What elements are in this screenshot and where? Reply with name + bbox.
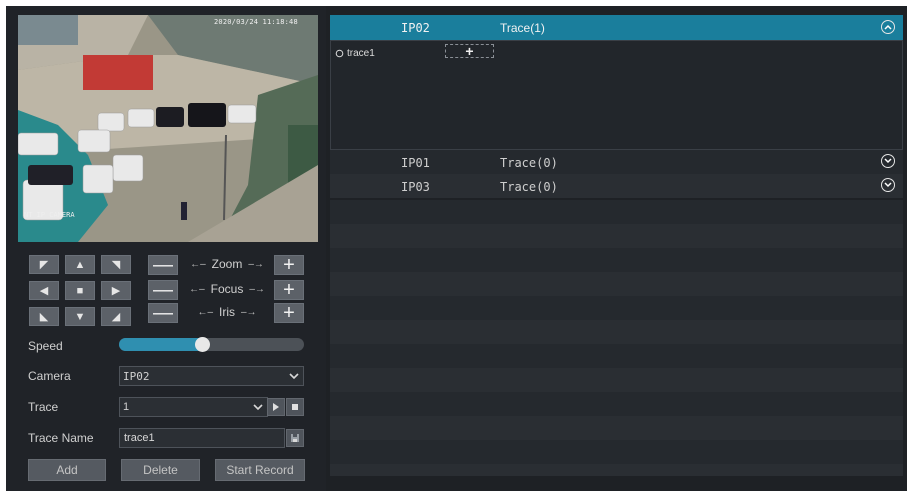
trace-name-label: Trace Name <box>28 431 94 445</box>
trace-select-value: 1 <box>123 401 130 413</box>
speed-slider-handle[interactable] <box>195 337 210 352</box>
video-camera-label: NT IP CAMERA <box>24 211 75 219</box>
ip02-trace-list: trace1 + <box>330 40 903 150</box>
channel-row-ip01[interactable]: IP01 Trace(0) <box>330 150 903 174</box>
speed-slider-fill <box>119 338 204 351</box>
channel-name: IP03 <box>401 180 430 194</box>
control-panel: 2020/03/24 11:18:48 NT IP CAMERA ◤ ▲ ◥ ◀… <box>6 6 326 491</box>
iris-label: Iris <box>219 305 235 319</box>
ptz-up-left-button[interactable]: ◤ <box>29 255 59 274</box>
stop-trace-button[interactable] <box>286 398 304 416</box>
chevron-down-icon <box>253 404 263 411</box>
stop-icon <box>292 404 298 410</box>
zoom-label: Zoom <box>211 257 243 271</box>
expand-icon[interactable] <box>881 154 895 168</box>
focus-left-arrow-icon: ←– <box>189 283 205 295</box>
zoom-control: — ←– Zoom –→ + <box>148 255 306 275</box>
trace-label: Trace <box>28 400 59 414</box>
zoom-out-button[interactable]: — <box>148 255 178 275</box>
zoom-right-arrow-icon: –→ <box>248 258 264 270</box>
delete-button[interactable]: Delete <box>121 459 200 481</box>
trace-circle-icon <box>335 49 344 58</box>
iris-right-arrow-icon: –→ <box>241 306 257 318</box>
focus-far-button[interactable]: + <box>274 280 304 300</box>
iris-control: — ←– Iris –→ + <box>148 303 306 323</box>
ptz-up-right-button[interactable]: ◥ <box>101 255 131 274</box>
ptz-down-button[interactable]: ▼ <box>65 307 95 326</box>
live-video-view: 2020/03/24 11:18:48 NT IP CAMERA <box>18 15 318 242</box>
video-timestamp: 2020/03/24 11:18:48 <box>214 18 298 26</box>
play-icon <box>273 403 279 411</box>
ptz-down-right-button[interactable]: ◢ <box>101 307 131 326</box>
focus-control: — ←– Focus –→ + <box>148 280 306 300</box>
ptz-up-button[interactable]: ▲ <box>65 255 95 274</box>
channel-name: IP02 <box>401 21 430 35</box>
speed-slider[interactable] <box>119 337 304 352</box>
channel-row-ip02[interactable]: IP02 Trace(1) <box>330 15 903 40</box>
camera-select[interactable]: IP02 <box>119 366 304 386</box>
trace-setup-window: 2020/03/24 11:18:48 NT IP CAMERA ◤ ▲ ◥ ◀… <box>6 6 907 491</box>
ptz-left-button[interactable]: ◀ <box>29 281 59 300</box>
add-button[interactable]: Add <box>28 459 106 481</box>
save-icon <box>291 434 299 442</box>
expand-icon[interactable] <box>881 178 895 192</box>
trace-select[interactable]: 1 <box>119 397 268 417</box>
channel-row-ip03[interactable]: IP03 Trace(0) <box>330 174 903 198</box>
focus-right-arrow-icon: –→ <box>249 283 265 295</box>
ptz-right-button[interactable]: ▶ <box>101 281 131 300</box>
speed-label: Speed <box>28 339 63 353</box>
zoom-in-button[interactable]: + <box>274 255 304 275</box>
start-record-button[interactable]: Start Record <box>215 459 305 481</box>
camera-select-value: IP02 <box>123 369 150 383</box>
focus-near-button[interactable]: — <box>148 280 178 300</box>
trace-name-input[interactable]: trace1 <box>119 428 285 448</box>
camera-label: Camera <box>28 369 71 383</box>
iris-open-button[interactable]: + <box>274 303 304 323</box>
ptz-down-left-button[interactable]: ◣ <box>29 307 59 326</box>
zoom-left-arrow-icon: ←– <box>190 258 206 270</box>
focus-label: Focus <box>210 282 244 296</box>
save-trace-name-button[interactable] <box>286 429 304 447</box>
collapse-icon[interactable] <box>881 20 895 34</box>
chevron-down-icon <box>289 373 299 380</box>
trace-item-trace1[interactable]: trace1 <box>335 48 375 59</box>
iris-left-arrow-icon: ←– <box>197 306 213 318</box>
channel-trace-count: Trace(0) <box>500 180 558 194</box>
iris-close-button[interactable]: — <box>148 303 178 323</box>
channel-trace-count: Trace(1) <box>500 21 545 35</box>
trace-item-label: trace1 <box>347 48 375 59</box>
channel-trace-count: Trace(0) <box>500 156 558 170</box>
channel-name: IP01 <box>401 156 430 170</box>
play-trace-button[interactable] <box>267 398 285 416</box>
ptz-stop-button[interactable]: ■ <box>65 281 95 300</box>
add-trace-button[interactable]: + <box>445 43 494 59</box>
trace-list-panel: IP02 Trace(1) trace1 + IP01 Trace(0) IP0… <box>326 6 907 491</box>
